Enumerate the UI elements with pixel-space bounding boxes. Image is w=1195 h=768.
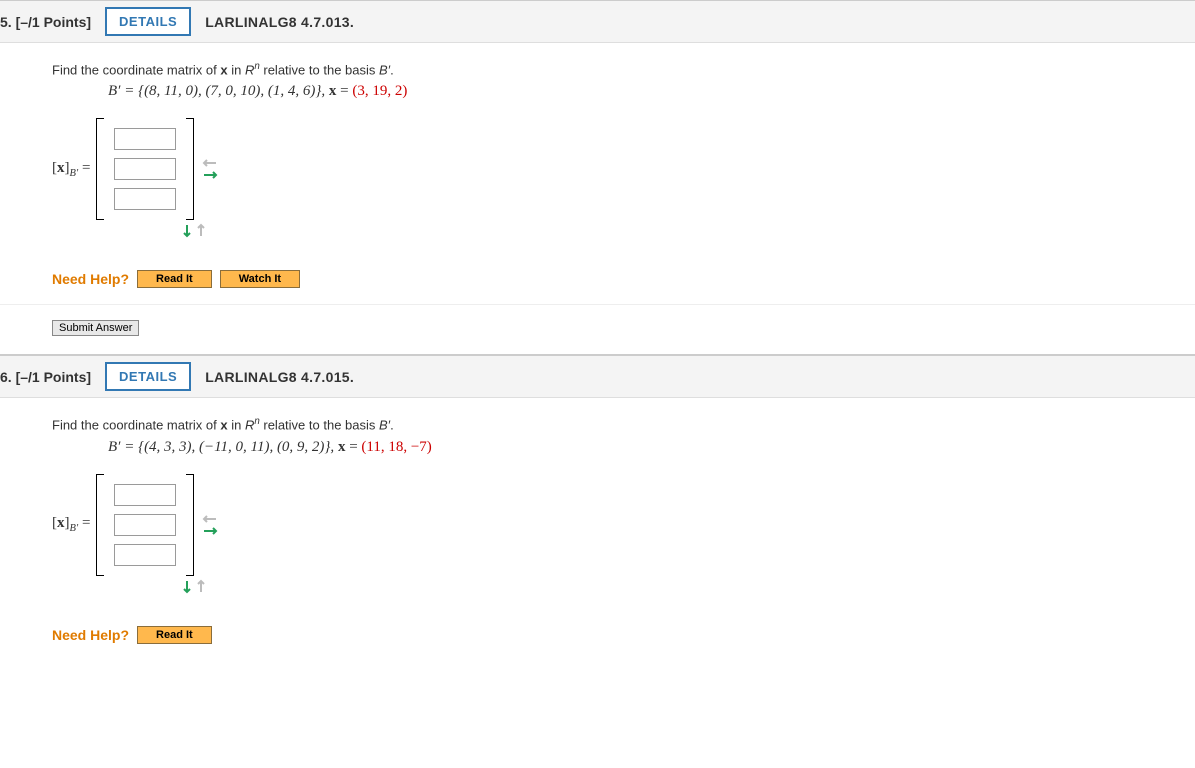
- question-header: 5. [–/1 Points] DETAILS LARLINALG8 4.7.0…: [0, 1, 1195, 43]
- matrix-cells: [110, 478, 180, 572]
- question-number: 5. [–/1 Points]: [0, 14, 91, 30]
- R-sym: R: [245, 418, 254, 433]
- basis-lhs: B′ = {(8, 11, 0), (7, 0, 10), (1, 4, 6)}…: [108, 83, 329, 99]
- expand-down-icons[interactable]: [180, 578, 1195, 596]
- B-sym: B′: [379, 62, 390, 77]
- left-bracket: [96, 118, 104, 220]
- read-it-button[interactable]: Read It: [137, 626, 212, 644]
- expand-down-icons[interactable]: [180, 222, 1195, 240]
- question-6: 6. [–/1 Points] DETAILS LARLINALG8 4.7.0…: [0, 355, 1195, 659]
- sub: B′: [70, 523, 79, 534]
- question-5: 5. [–/1 Points] DETAILS LARLINALG8 4.7.0…: [0, 0, 1195, 355]
- need-help-row: Need Help? Read It Watch It: [52, 270, 1195, 288]
- qnum-digit: 5.: [0, 14, 12, 30]
- x-sym: x: [57, 515, 65, 531]
- basis-def: B′ = {(4, 3, 3), (−11, 0, 11), (0, 9, 2)…: [108, 439, 1195, 456]
- B-sym: B′: [379, 418, 390, 433]
- read-it-button[interactable]: Read It: [137, 270, 212, 288]
- matrix-entry-2[interactable]: [114, 158, 176, 180]
- need-help-row: Need Help? Read It: [52, 626, 1195, 644]
- right-bracket: [186, 118, 194, 220]
- t: relative to the basis: [260, 62, 379, 77]
- t: relative to the basis: [260, 418, 379, 433]
- problem-reference: LARLINALG8 4.7.015.: [205, 369, 354, 385]
- x-value: (3, 19, 2): [352, 83, 407, 99]
- t: =: [78, 160, 90, 176]
- t: =: [78, 515, 90, 531]
- t: in: [228, 62, 245, 77]
- submit-row: Submit Answer: [0, 305, 1195, 355]
- prompt: Find the coordinate matrix of x in Rn re…: [52, 416, 1195, 432]
- basis-def: B′ = {(8, 11, 0), (7, 0, 10), (1, 4, 6)}…: [108, 83, 1195, 100]
- qnum-digit: 6.: [0, 369, 12, 385]
- prompt: Find the coordinate matrix of x in Rn re…: [52, 61, 1195, 77]
- left-bracket: [96, 474, 104, 576]
- right-bracket: [186, 474, 194, 576]
- matrix-entry-1[interactable]: [114, 128, 176, 150]
- matrix-cells: [110, 122, 180, 216]
- sub: B′: [70, 168, 79, 179]
- t: in: [228, 418, 245, 433]
- watch-it-button[interactable]: Watch It: [220, 270, 300, 288]
- t: Find the coordinate matrix of: [52, 418, 220, 433]
- problem-reference: LARLINALG8 4.7.013.: [205, 14, 354, 30]
- matrix-lhs: [x]B′ =: [52, 515, 90, 534]
- expand-right-icons[interactable]: [200, 155, 220, 183]
- matrix-row: [x]B′ =: [52, 474, 1195, 576]
- expand-right-icons[interactable]: [200, 511, 220, 539]
- details-button[interactable]: DETAILS: [105, 362, 191, 391]
- x-sym: x: [220, 62, 227, 77]
- matrix-entry-1[interactable]: [114, 484, 176, 506]
- t: .: [390, 62, 394, 77]
- points: [–/1 Points]: [16, 14, 91, 30]
- t: =: [336, 83, 352, 99]
- t: Find the coordinate matrix of: [52, 62, 220, 77]
- t: .: [390, 418, 394, 433]
- basis-lhs: B′ = {(4, 3, 3), (−11, 0, 11), (0, 9, 2)…: [108, 439, 338, 455]
- points: [–/1 Points]: [16, 369, 91, 385]
- question-body: Find the coordinate matrix of x in Rn re…: [0, 398, 1195, 659]
- matrix-lhs: [x]B′ =: [52, 160, 90, 179]
- question-header: 6. [–/1 Points] DETAILS LARLINALG8 4.7.0…: [0, 356, 1195, 398]
- submit-answer-button[interactable]: Submit Answer: [52, 320, 139, 336]
- x-sym: x: [57, 160, 65, 176]
- need-help-label: Need Help?: [52, 627, 129, 643]
- question-number: 6. [–/1 Points]: [0, 369, 91, 385]
- t: =: [345, 439, 361, 455]
- details-button[interactable]: DETAILS: [105, 7, 191, 36]
- x-sym: x: [220, 418, 227, 433]
- matrix-entry-3[interactable]: [114, 544, 176, 566]
- matrix-entry-2[interactable]: [114, 514, 176, 536]
- need-help-label: Need Help?: [52, 271, 129, 287]
- question-body: Find the coordinate matrix of x in Rn re…: [0, 43, 1195, 305]
- matrix-entry-3[interactable]: [114, 188, 176, 210]
- x-value: (11, 18, −7): [361, 439, 431, 455]
- R-sym: R: [245, 62, 254, 77]
- matrix-row: [x]B′ =: [52, 118, 1195, 220]
